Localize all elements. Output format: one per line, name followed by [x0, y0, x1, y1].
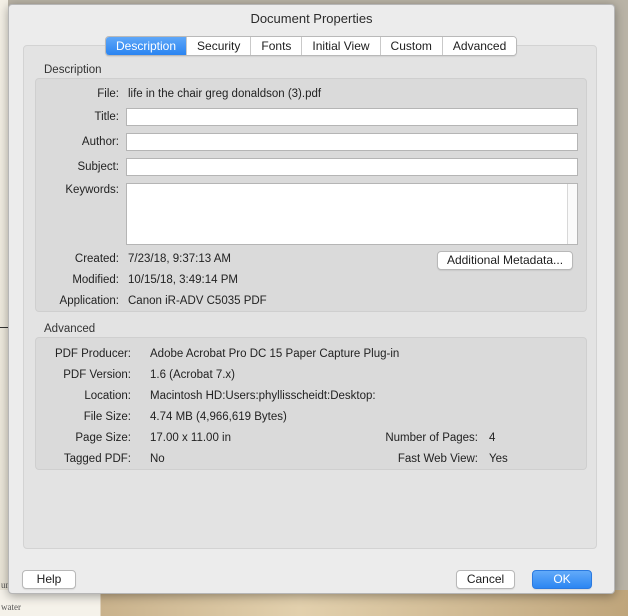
pdf-producer-value: Adobe Acrobat Pro DC 15 Paper Capture Pl… — [150, 348, 400, 360]
document-properties-dialog: Document Properties Description Security… — [8, 4, 615, 594]
subject-field[interactable] — [126, 158, 578, 176]
tab-custom[interactable]: Custom — [380, 37, 443, 55]
ok-button[interactable]: OK — [532, 570, 592, 589]
tab-security[interactable]: Security — [187, 37, 252, 55]
modified-label: Modified: — [72, 274, 119, 286]
keywords-label: Keywords: — [65, 184, 119, 196]
title-label: Title: — [94, 111, 120, 123]
fast-web-view-value: Yes — [489, 453, 508, 465]
pdf-version-label: PDF Version: — [63, 369, 131, 381]
tagged-pdf-value: No — [150, 453, 165, 465]
fast-web-view-label: Fast Web View: — [397, 453, 478, 465]
keywords-scrollbar[interactable] — [567, 184, 577, 244]
tab-fonts[interactable]: Fonts — [251, 37, 303, 55]
pdf-version-value: 1.6 (Acrobat 7.x) — [150, 369, 236, 381]
location-value: Macintosh HD:Users:phyllisscheidt:Deskto… — [150, 390, 376, 402]
location-label: Location: — [84, 390, 131, 402]
background-divider — [0, 327, 8, 328]
tab-advanced[interactable]: Advanced — [442, 37, 517, 55]
pdf-producer-label: PDF Producer: — [54, 348, 131, 360]
page-size-value: 17.00 x 11.00 in — [150, 432, 231, 444]
advanced-group: PDF Producer: Adobe Acrobat Pro DC 15 Pa… — [35, 337, 587, 470]
help-button[interactable]: Help — [22, 570, 76, 589]
content-panel: Description File: life in the chair greg… — [23, 45, 597, 549]
keywords-field[interactable] — [126, 183, 578, 245]
additional-metadata-button[interactable]: Additional Metadata... — [437, 251, 573, 270]
number-of-pages-label: Number of Pages: — [385, 432, 478, 444]
advanced-group-label: Advanced — [44, 323, 96, 335]
dialog-title: Document Properties — [250, 11, 373, 26]
tab-bar: Description Security Fonts Initial View … — [105, 36, 518, 56]
description-group: File: life in the chair greg donaldson (… — [35, 78, 587, 312]
tab-description[interactable]: Description — [106, 37, 188, 55]
title-field[interactable] — [126, 108, 578, 126]
tagged-pdf-label: Tagged PDF: — [63, 453, 131, 465]
page-size-label: Page Size: — [75, 432, 131, 444]
number-of-pages-value: 4 — [489, 432, 496, 444]
modified-value: 10/15/18, 3:49:14 PM — [128, 274, 238, 286]
created-value: 7/23/18, 9:37:13 AM — [128, 253, 231, 265]
created-label: Created: — [74, 253, 119, 265]
background-text: water — [1, 602, 21, 612]
subject-label: Subject: — [77, 161, 119, 173]
file-label: File: — [97, 88, 119, 100]
file-size-label: File Size: — [83, 411, 131, 423]
cancel-button[interactable]: Cancel — [456, 570, 515, 589]
application-value: Canon iR-ADV C5035 PDF — [128, 295, 267, 307]
description-group-label: Description — [44, 64, 102, 76]
tab-initial-view[interactable]: Initial View — [302, 37, 381, 55]
author-field[interactable] — [126, 133, 578, 151]
file-value: life in the chair greg donaldson (3).pdf — [128, 88, 322, 100]
author-label: Author: — [81, 136, 119, 148]
file-size-value: 4.74 MB (4,966,619 Bytes) — [150, 411, 287, 423]
application-label: Application: — [59, 295, 119, 307]
background-document-edge — [0, 0, 8, 616]
